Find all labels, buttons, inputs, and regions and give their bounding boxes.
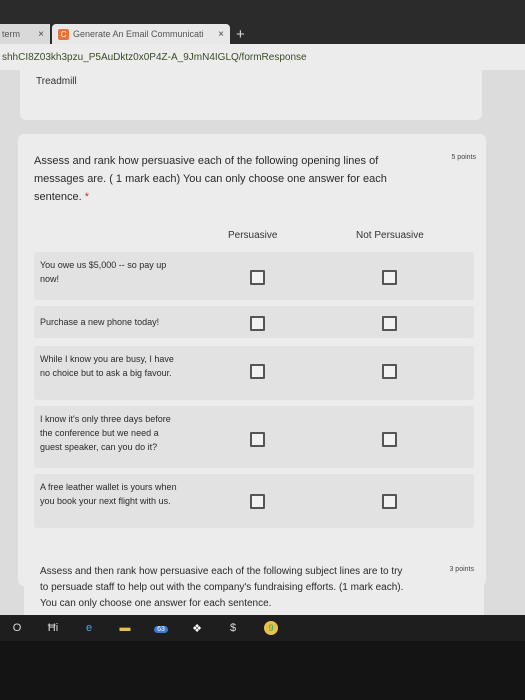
points-label: 3 points <box>449 566 474 573</box>
tab-term[interactable]: term × <box>0 24 50 44</box>
checkbox-persuasive[interactable] <box>250 316 265 331</box>
tab-term-label: term <box>2 29 20 39</box>
grid-row: A free leather wallet is yours when you … <box>34 474 474 528</box>
checkbox-not-persuasive[interactable] <box>382 270 397 285</box>
checkbox-persuasive[interactable] <box>250 364 265 379</box>
checkbox-persuasive[interactable] <box>250 494 265 509</box>
question-2-text: Assess and then rank how persuasive each… <box>40 566 404 609</box>
windows-taskbar: O Ħi e ▬ 63 ❖ $ 9 <box>0 615 525 641</box>
edge-browser-icon[interactable]: e <box>78 622 100 634</box>
grid-row: Purchase a new phone today! <box>34 306 474 338</box>
row-label: I know it's only three days before the c… <box>40 414 171 452</box>
question-card-1: Assess and rank how persuasive each of t… <box>18 134 486 586</box>
tab-generate-email[interactable]: C Generate An Email Communicati × <box>52 24 230 44</box>
row-label: You owe us $5,000 -- so pay up now! <box>40 260 167 284</box>
site-favicon-icon: C <box>58 28 69 40</box>
chrome-icon[interactable]: 9 <box>264 621 278 635</box>
column-header-persuasive: Persuasive <box>228 230 278 241</box>
cortana-icon[interactable]: O <box>6 622 28 634</box>
section-title: Treadmill <box>36 76 77 87</box>
address-bar[interactable]: shhCI8Z03kh3pzu_P5AuDktz0x0P4Z-A_9JmN4IG… <box>0 44 525 70</box>
dollar-app-icon[interactable]: $ <box>222 622 244 634</box>
checkbox-not-persuasive[interactable] <box>382 364 397 379</box>
grid-row: While I know you are busy, I have no cho… <box>34 346 474 400</box>
notification-badge: 63 <box>154 626 168 633</box>
required-mark: * <box>84 191 90 203</box>
task-view-icon[interactable]: Ħi <box>42 622 64 634</box>
checkbox-persuasive[interactable] <box>250 432 265 447</box>
file-explorer-icon[interactable]: ▬ <box>114 622 136 634</box>
checkbox-persuasive[interactable] <box>250 270 265 285</box>
url-text: shhCI8Z03kh3pzu_P5AuDktz0x0P4Z-A_9JmN4IG… <box>2 51 307 63</box>
row-label: While I know you are busy, I have no cho… <box>40 354 174 378</box>
dropbox-icon[interactable]: ❖ <box>186 622 208 635</box>
close-icon[interactable]: × <box>38 29 44 40</box>
tab-generate-email-label: Generate An Email Communicati <box>73 29 204 39</box>
grid-row: You owe us $5,000 -- so pay up now! <box>34 252 474 300</box>
form-page: Treadmill Assess and rank how persuasive… <box>0 70 525 628</box>
mail-icon[interactable]: 63 <box>150 622 172 634</box>
checkbox-not-persuasive[interactable] <box>382 316 397 331</box>
column-header-not-persuasive: Not Persuasive <box>356 230 424 241</box>
row-label: A free leather wallet is yours when you … <box>40 482 177 506</box>
question-text: Assess and rank how persuasive each of t… <box>34 152 414 206</box>
checkbox-not-persuasive[interactable] <box>382 432 397 447</box>
checkbox-not-persuasive[interactable] <box>382 494 397 509</box>
close-icon[interactable]: × <box>218 29 224 40</box>
laptop-bezel <box>0 641 525 700</box>
browser-tab-bar: term × C Generate An Email Communicati ×… <box>0 0 525 44</box>
new-tab-button[interactable]: + <box>236 26 245 43</box>
row-label: Purchase a new phone today! <box>40 317 160 327</box>
points-label: 5 points <box>451 154 476 161</box>
grid-row: I know it's only three days before the c… <box>34 406 474 468</box>
section-card: Treadmill <box>20 70 482 120</box>
